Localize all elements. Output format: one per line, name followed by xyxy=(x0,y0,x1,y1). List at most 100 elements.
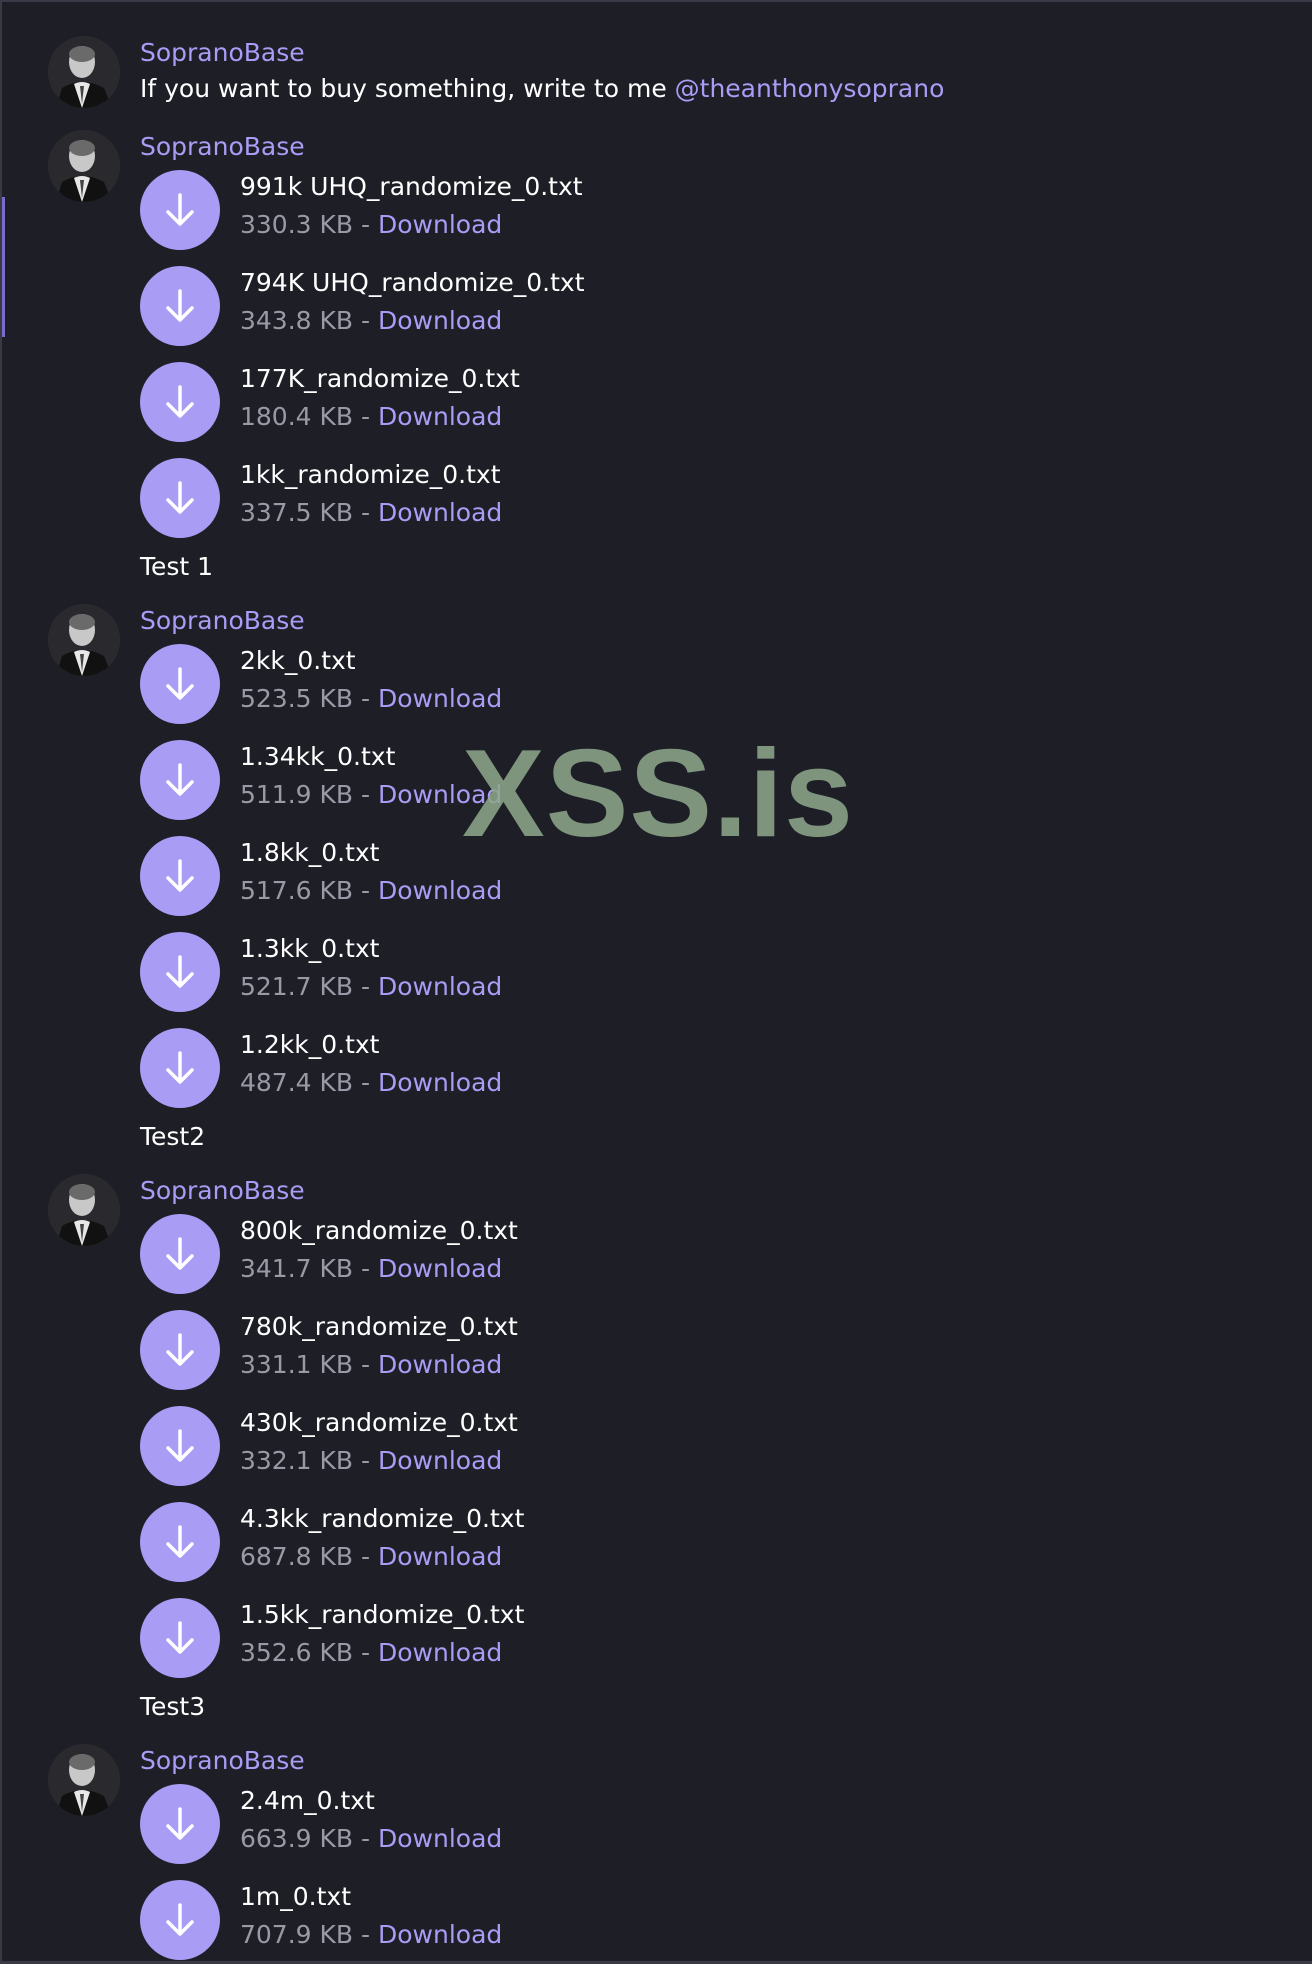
file-attachment: 2kk_0.txt 523.5 KB - Download xyxy=(140,644,840,724)
avatar[interactable] xyxy=(48,36,120,108)
download-arrow-icon xyxy=(166,1621,194,1654)
file-meta: 487.4 KB - Download xyxy=(240,1068,502,1098)
file-meta: 663.9 KB - Download xyxy=(240,1824,502,1854)
download-link[interactable]: Download xyxy=(378,1254,502,1283)
file-size: 352.6 KB xyxy=(240,1638,354,1667)
download-link[interactable]: Download xyxy=(378,876,502,905)
file-attachment: 2.4m_0.txt 663.9 KB - Download xyxy=(140,1784,840,1864)
separator: - xyxy=(353,498,378,527)
file-meta: 687.8 KB - Download xyxy=(240,1542,502,1572)
file-name: 1.5kk_randomize_0.txt xyxy=(240,1600,525,1629)
file-meta: 330.3 KB - Download xyxy=(240,210,502,240)
download-link[interactable]: Download xyxy=(378,1542,502,1571)
file-attachment: 800k_randomize_0.txt 341.7 KB - Download xyxy=(140,1214,840,1294)
separator: - xyxy=(353,1542,378,1571)
separator: - xyxy=(353,1068,378,1097)
download-link[interactable]: Download xyxy=(378,498,502,527)
file-attachment: 1.8kk_0.txt 517.6 KB - Download xyxy=(140,836,840,916)
download-button[interactable] xyxy=(140,1598,220,1678)
separator: - xyxy=(353,972,378,1001)
file-size: 332.1 KB xyxy=(240,1446,354,1475)
file-meta: 517.6 KB - Download xyxy=(240,876,502,906)
file-size: 663.9 KB xyxy=(240,1824,354,1853)
avatar[interactable] xyxy=(48,604,120,676)
download-button[interactable] xyxy=(140,740,220,820)
download-button[interactable] xyxy=(140,1880,220,1960)
download-button[interactable] xyxy=(140,644,220,724)
download-button[interactable] xyxy=(140,362,220,442)
message-caption: Test3 xyxy=(140,1692,206,1721)
file-meta: 707.9 KB - Download xyxy=(240,1920,502,1950)
file-meta: 332.1 KB - Download xyxy=(240,1446,502,1476)
file-name: 1.34kk_0.txt xyxy=(240,742,396,771)
file-size: 180.4 KB xyxy=(240,402,354,431)
file-size: 687.8 KB xyxy=(240,1542,354,1571)
file-name: 991k UHQ_randomize_0.txt xyxy=(240,172,583,201)
download-arrow-icon xyxy=(166,859,194,892)
file-size: 337.5 KB xyxy=(240,498,354,527)
avatar[interactable] xyxy=(48,1744,120,1816)
download-link[interactable]: Download xyxy=(378,1068,502,1097)
download-button[interactable] xyxy=(140,1784,220,1864)
download-link[interactable]: Download xyxy=(378,1920,502,1949)
file-attachment: 991k UHQ_randomize_0.txt 330.3 KB - Down… xyxy=(140,170,840,250)
file-name: 2kk_0.txt xyxy=(240,646,356,675)
file-attachment: 1.34kk_0.txt 511.9 KB - Download xyxy=(140,740,840,820)
download-button[interactable] xyxy=(140,1502,220,1582)
file-size: 511.9 KB xyxy=(240,780,354,809)
file-name: 794K UHQ_randomize_0.txt xyxy=(240,268,585,297)
download-button[interactable] xyxy=(140,458,220,538)
download-button[interactable] xyxy=(140,266,220,346)
file-attachment: 1.5kk_randomize_0.txt 352.6 KB - Downloa… xyxy=(140,1598,840,1678)
avatar[interactable] xyxy=(48,130,120,202)
file-meta: 523.5 KB - Download xyxy=(240,684,502,714)
download-button[interactable] xyxy=(140,932,220,1012)
download-button[interactable] xyxy=(140,170,220,250)
file-size: 331.1 KB xyxy=(240,1350,354,1379)
separator: - xyxy=(353,1638,378,1667)
download-button[interactable] xyxy=(140,1310,220,1390)
file-meta: 341.7 KB - Download xyxy=(240,1254,502,1284)
avatar-portrait-icon xyxy=(48,130,120,202)
download-button[interactable] xyxy=(140,1028,220,1108)
separator: - xyxy=(353,1824,378,1853)
file-size: 517.6 KB xyxy=(240,876,354,905)
file-size: 521.7 KB xyxy=(240,972,354,1001)
sender-name[interactable]: SopranoBase xyxy=(140,1176,305,1206)
download-link[interactable]: Download xyxy=(378,972,502,1001)
download-link[interactable]: Download xyxy=(378,210,502,239)
download-link[interactable]: Download xyxy=(378,1350,502,1379)
mention-link[interactable]: @theanthonysoprano xyxy=(675,74,945,103)
message-caption: Test 1 xyxy=(140,552,214,581)
file-meta: 343.8 KB - Download xyxy=(240,306,502,336)
sender-name[interactable]: SopranoBase xyxy=(140,132,305,162)
download-link[interactable]: Download xyxy=(378,684,502,713)
download-link[interactable]: Download xyxy=(378,1638,502,1667)
download-link[interactable]: Download xyxy=(378,306,502,335)
avatar-portrait-icon xyxy=(48,36,120,108)
download-link[interactable]: Download xyxy=(378,780,502,809)
sender-name[interactable]: SopranoBase xyxy=(140,1746,305,1776)
download-arrow-icon xyxy=(166,1051,194,1084)
file-attachment: 1.2kk_0.txt 487.4 KB - Download xyxy=(140,1028,840,1108)
download-button[interactable] xyxy=(140,1406,220,1486)
download-link[interactable]: Download xyxy=(378,1446,502,1475)
avatar-portrait-icon xyxy=(48,604,120,676)
separator: - xyxy=(353,684,378,713)
avatar[interactable] xyxy=(48,1174,120,1246)
download-link[interactable]: Download xyxy=(378,402,502,431)
file-name: 1.8kk_0.txt xyxy=(240,838,380,867)
file-name: 177K_randomize_0.txt xyxy=(240,364,520,393)
separator: - xyxy=(353,210,378,239)
download-link[interactable]: Download xyxy=(378,1824,502,1853)
file-attachment: 1kk_randomize_0.txt 337.5 KB - Download xyxy=(140,458,840,538)
file-name: 1m_0.txt xyxy=(240,1882,352,1911)
file-size: 330.3 KB xyxy=(240,210,354,239)
scroll-indicator[interactable] xyxy=(2,197,5,337)
file-meta: 331.1 KB - Download xyxy=(240,1350,502,1380)
download-button[interactable] xyxy=(140,1214,220,1294)
separator: - xyxy=(353,1920,378,1949)
sender-name[interactable]: SopranoBase xyxy=(140,38,305,68)
download-button[interactable] xyxy=(140,836,220,916)
sender-name[interactable]: SopranoBase xyxy=(140,606,305,636)
